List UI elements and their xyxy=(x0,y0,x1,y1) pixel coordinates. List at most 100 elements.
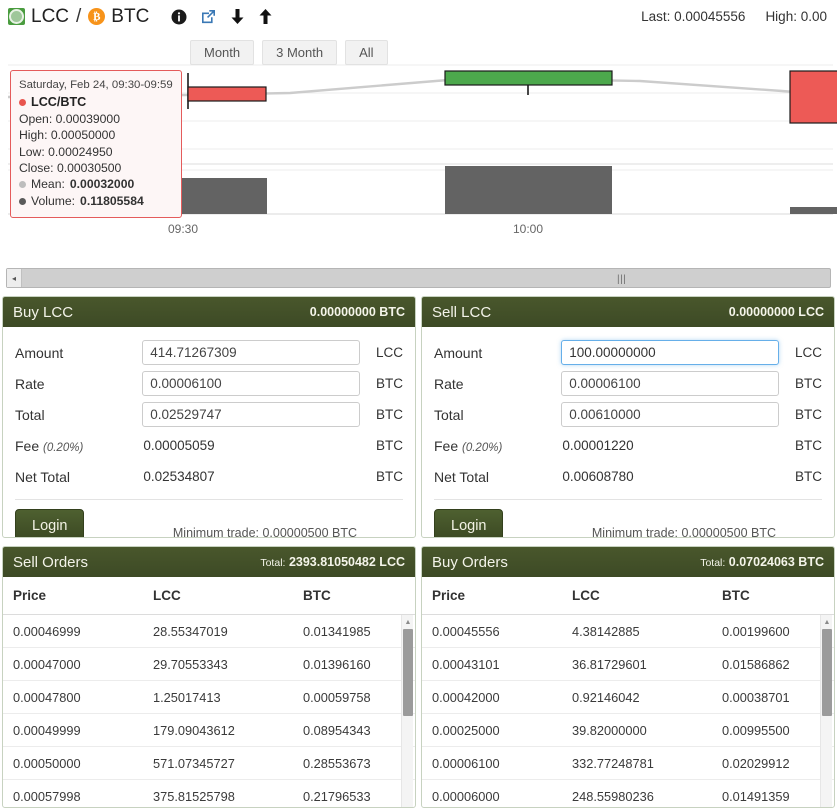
lcc-coin-icon xyxy=(8,8,25,25)
sell-fee-label: Fee (0.20%) xyxy=(434,438,561,454)
table-row[interactable]: 0.00006000 248.55980236 0.01491359 xyxy=(422,780,834,807)
sell-login-button[interactable]: Login xyxy=(434,509,504,537)
range-button-3month[interactable]: 3 Month xyxy=(262,40,338,65)
cell-btc: 0.01396160 xyxy=(303,656,371,672)
sell-orders-list[interactable]: 0.00046999 28.55347019 0.01341985 0.0004… xyxy=(3,615,415,807)
tooltip-close-value: 0.00030500 xyxy=(56,161,122,176)
tooltip-open-value: 0.00039000 xyxy=(55,111,120,126)
sell-orders-scroll-up-arrow-icon[interactable]: ▲ xyxy=(403,616,413,628)
table-row[interactable]: 0.00042000 0.92146042 0.00038701 xyxy=(422,681,834,714)
sell-amount-input[interactable] xyxy=(561,340,779,365)
ticker-stats: Last: 0.00045556 High: 0.00 xyxy=(641,9,829,24)
buy-panel-header: Buy LCC 0.00000000 BTC xyxy=(3,297,415,327)
buy-orders-scrollbar[interactable]: ▲ xyxy=(820,615,832,807)
buy-orders-total-label: Total: xyxy=(700,557,726,569)
buy-orders-col-price: Price xyxy=(432,588,466,603)
candle-0930 xyxy=(187,73,267,109)
buy-footer: Login Minimum trade: 0.00000500 BTC xyxy=(3,500,415,538)
buy-login-button[interactable]: Login xyxy=(15,509,85,537)
sell-fee-label-text: Fee xyxy=(434,437,459,454)
table-row[interactable]: 0.00046999 28.55347019 0.01341985 xyxy=(3,615,415,648)
table-row[interactable]: 0.00006100 332.77248781 0.02029912 xyxy=(422,747,834,780)
sell-panel-balance: 0.00000000 LCC xyxy=(728,305,824,319)
sell-amount-unit: LCC xyxy=(794,345,822,360)
price-chart[interactable]: Month 3 Month All 09:30 10:00 Saturday, … xyxy=(0,33,837,265)
buy-orders-list[interactable]: 0.00045556 4.38142885 0.00199600 0.00043… xyxy=(422,615,834,807)
sell-nettotal-label: Net Total xyxy=(434,468,489,485)
external-link-icon[interactable] xyxy=(200,8,217,25)
sell-rate-input[interactable] xyxy=(561,371,779,396)
withdraw-arrow-up-icon[interactable] xyxy=(258,8,273,25)
buy-total-input[interactable] xyxy=(142,402,360,427)
table-row[interactable]: 0.00050000 571.07345727 0.28553673 xyxy=(3,747,415,780)
sell-panel-title: Sell LCC xyxy=(432,303,492,321)
buy-panel-balance: 0.00000000 BTC xyxy=(309,305,405,319)
sell-fee-percent: (0.20%) xyxy=(462,441,503,454)
chart-tick-0930: 09:30 xyxy=(168,222,198,236)
ticker-last-value: 0.00045556 xyxy=(674,9,746,24)
deposit-arrow-down-icon[interactable] xyxy=(230,8,245,25)
cell-btc: 0.01491359 xyxy=(722,788,790,804)
buy-form: Amount LCC Rate BTC Total BTC Fee (0.20%… xyxy=(3,327,415,500)
cell-price: 0.00025000 xyxy=(432,722,500,738)
tooltip-volume-dot-icon xyxy=(19,197,26,205)
buy-amount-input[interactable] xyxy=(142,340,360,365)
chart-scroll-left-arrow-icon[interactable]: ◂ xyxy=(7,269,22,287)
table-row[interactable]: 0.00047800 1.25017413 0.00059758 xyxy=(3,681,415,714)
tooltip-low: Low: 0.00024950 xyxy=(19,144,173,160)
buy-rate-label: Rate xyxy=(15,375,45,392)
sell-orders-scroll-thumb[interactable] xyxy=(403,629,413,717)
cell-btc: 0.28553673 xyxy=(303,755,371,771)
ticker-last: Last: 0.00045556 xyxy=(641,9,745,24)
buy-fee-row: Fee (0.20%) 0.00005059 BTC xyxy=(15,430,403,461)
buy-minimum-trade: Minimum trade: 0.00000500 BTC xyxy=(172,526,357,538)
chart-horizontal-scrollbar[interactable]: ◂ ||| xyxy=(6,268,831,288)
table-row[interactable]: 0.00045556 4.38142885 0.00199600 xyxy=(422,615,834,648)
chart-scroll-grip-icon[interactable]: ||| xyxy=(617,274,626,285)
buy-fee-unit: BTC xyxy=(376,438,403,453)
buy-amount-unit: LCC xyxy=(375,345,403,360)
market-header: LCC / ₿ BTC Last: 0.00045556 High: 0.00 xyxy=(0,0,837,33)
sell-orders-scrollbar[interactable]: ▲ xyxy=(401,615,413,807)
buy-rate-row: Rate BTC xyxy=(15,368,403,399)
buy-rate-input[interactable] xyxy=(142,371,360,396)
table-row[interactable]: 0.00047000 29.70553343 0.01396160 xyxy=(3,648,415,681)
tooltip-high-value: 0.00050000 xyxy=(50,128,116,143)
sell-nettotal-value: 0.00608780 xyxy=(562,469,634,484)
cell-price: 0.00047000 xyxy=(13,656,81,672)
sell-form: Amount LCC Rate BTC Total BTC Fee (0.20%… xyxy=(422,327,834,500)
sell-total-row: Total BTC xyxy=(434,399,822,430)
cell-lcc: 0.92146042 xyxy=(572,689,640,705)
table-row[interactable]: 0.00049999 179.09043612 0.08954343 xyxy=(3,714,415,747)
cell-price: 0.00049999 xyxy=(13,722,81,738)
table-row[interactable]: 0.00043101 36.81729601 0.01586862 xyxy=(422,648,834,681)
sell-orders-total: Total: 2393.81050482 LCC xyxy=(260,555,405,569)
sell-total-input[interactable] xyxy=(561,402,779,427)
buy-orders-scroll-thumb[interactable] xyxy=(822,629,832,717)
sell-panel-header: Sell LCC 0.00000000 LCC xyxy=(422,297,834,327)
tooltip-open-label: Open: xyxy=(19,111,53,126)
range-button-all[interactable]: All xyxy=(345,40,388,65)
ticker-high-value: 0.00 xyxy=(800,9,827,24)
cell-btc: 0.21796533 xyxy=(303,788,371,804)
tooltip-pair: LCC/BTC xyxy=(19,94,173,110)
buy-total-row: Total BTC xyxy=(15,399,403,430)
cell-lcc: 375.81525798 xyxy=(153,788,235,804)
info-icon[interactable] xyxy=(171,9,187,25)
sell-orders-total-value: 2393.81050482 LCC xyxy=(288,555,405,569)
buy-fee-label: Fee (0.20%) xyxy=(15,438,142,454)
cell-lcc: 36.81729601 xyxy=(572,656,647,672)
buy-fee-label-text: Fee xyxy=(15,437,40,454)
buy-amount-row: Amount LCC xyxy=(15,337,403,368)
cell-price: 0.00006000 xyxy=(432,788,500,804)
tooltip-high-label: High: xyxy=(19,128,48,143)
table-row[interactable]: 0.00057998 375.81525798 0.21796533 xyxy=(3,780,415,807)
buy-orders-scroll-up-arrow-icon[interactable]: ▲ xyxy=(822,616,832,628)
cell-lcc: 1.25017413 xyxy=(153,689,221,705)
buy-amount-label: Amount xyxy=(15,344,64,361)
range-button-month[interactable]: Month xyxy=(190,40,255,65)
buy-orders-total: Total: 0.07024063 BTC xyxy=(700,555,824,569)
buy-total-unit: BTC xyxy=(376,407,403,422)
table-row[interactable]: 0.00025000 39.82000000 0.00995500 xyxy=(422,714,834,747)
sell-rate-label: Rate xyxy=(434,375,464,392)
